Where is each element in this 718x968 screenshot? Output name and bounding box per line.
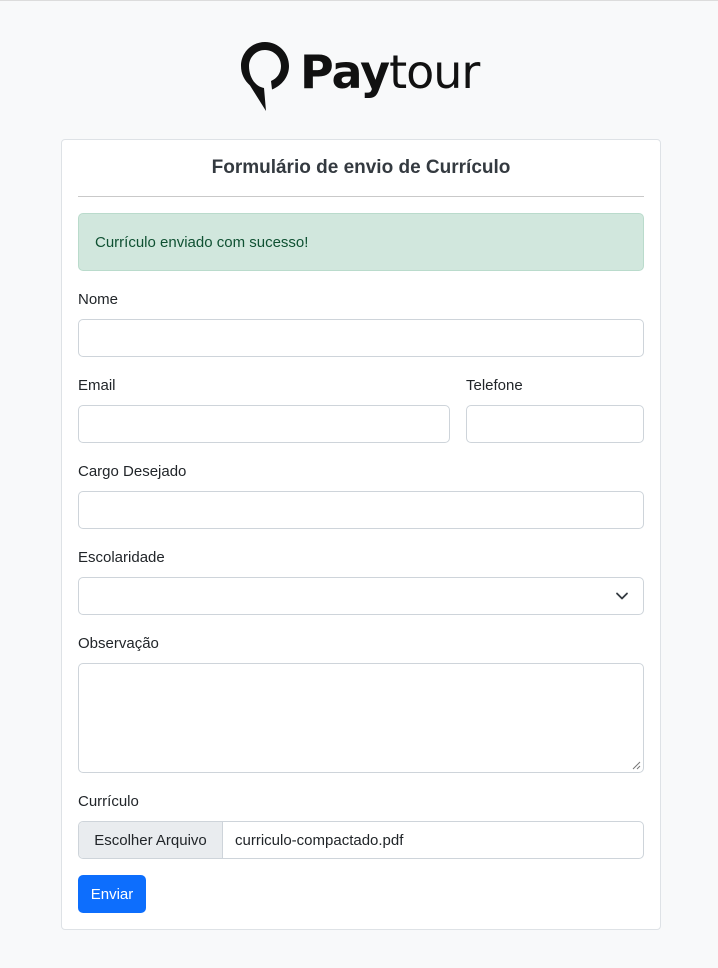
telefone-label: Telefone (466, 377, 523, 394)
email-label: Email (78, 377, 116, 394)
choose-file-button[interactable]: Escolher Arquivo (79, 822, 223, 858)
brand-name: Paytour (300, 44, 480, 100)
map-pin-logo-icon (241, 42, 289, 111)
chevron-down-icon (616, 592, 628, 600)
nome-label: Nome (78, 291, 119, 308)
escolaridade-label: Escolaridade (78, 549, 165, 566)
telefone-input[interactable] (466, 405, 644, 443)
selected-file-name: curriculo-compactado.pdf (235, 831, 404, 849)
curriculo-label: Currículo (78, 793, 139, 810)
brand-logo: Paytour (240, 40, 480, 114)
success-alert: Currículo enviado com sucesso! (78, 213, 644, 271)
observacao-textarea[interactable] (78, 663, 644, 773)
cargo-label: Cargo Desejado (78, 463, 187, 480)
resize-grip-icon[interactable] (632, 761, 641, 770)
form-title: Formulário de envio de Currículo (78, 140, 644, 197)
top-border (0, 0, 718, 1)
observacao-label: Observação (78, 635, 159, 652)
nome-input[interactable] (78, 319, 644, 357)
email-input[interactable] (78, 405, 450, 443)
brand-name-bold: Pay (300, 45, 390, 99)
resume-form-card: Formulário de envio de Currículo Currícu… (61, 139, 661, 930)
escolaridade-select[interactable] (78, 577, 644, 615)
submit-button[interactable]: Enviar (78, 875, 146, 913)
cargo-input[interactable] (78, 491, 644, 529)
brand-name-light: tour (389, 45, 480, 99)
curriculo-file-input[interactable]: Escolher Arquivo curriculo-compactado.pd… (78, 821, 644, 859)
